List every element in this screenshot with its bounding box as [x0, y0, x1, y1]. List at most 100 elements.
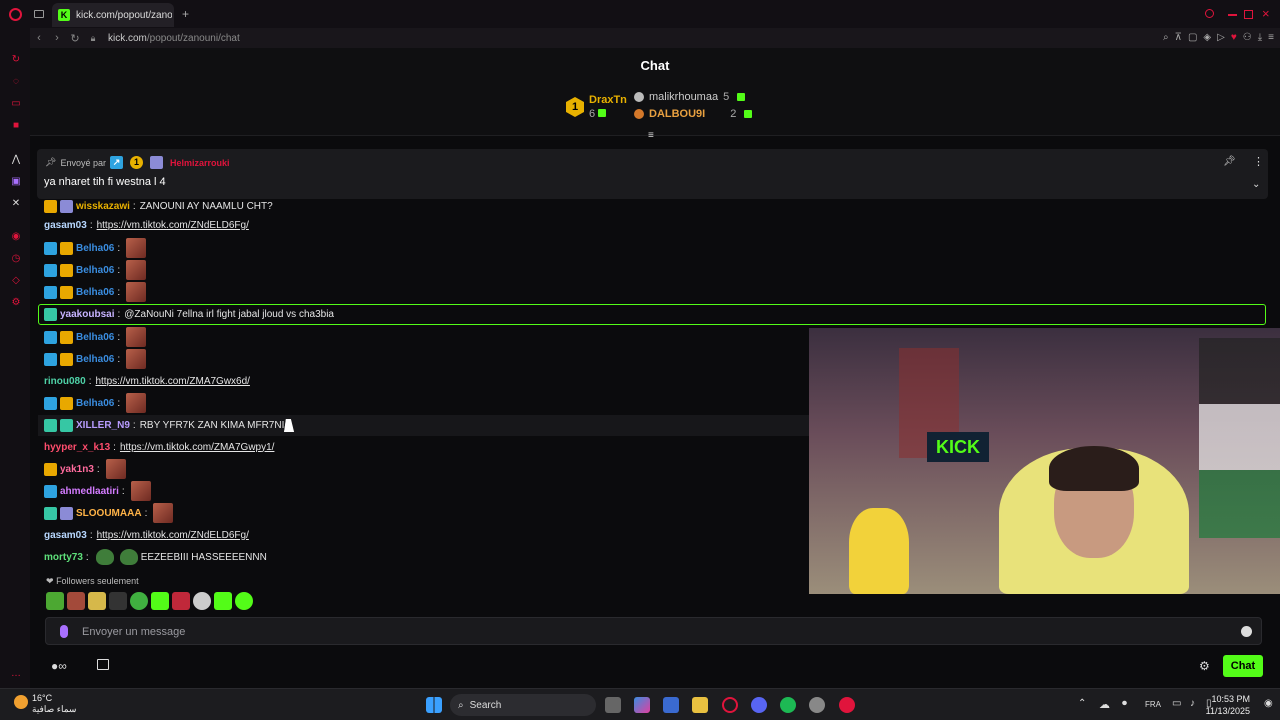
emote-hat-icon[interactable] — [109, 592, 127, 610]
new-tab-button[interactable]: + — [182, 7, 189, 21]
emote-face-icon[interactable] — [67, 592, 85, 610]
sidebar-history-icon[interactable]: ◷ — [10, 253, 22, 265]
chat-username[interactable]: yaakoubsai — [60, 309, 114, 320]
chat-message[interactable]: Belha06: — [44, 238, 147, 258]
chat-username[interactable]: XILLER_N9 — [76, 420, 130, 431]
reload-icon[interactable]: ↻ — [66, 32, 84, 45]
store-app-icon[interactable] — [663, 697, 679, 713]
close-icon[interactable]: × — [1262, 6, 1270, 21]
chat-username[interactable]: Belha06 — [76, 287, 114, 298]
chat-message[interactable]: yaakoubsai: @ZaNouNi 7ellna irl fight jab… — [44, 304, 334, 324]
chat-message[interactable]: gasam03: https://vm.tiktok.com/ZNdELD6Fg/ — [44, 525, 249, 545]
chat-message[interactable]: Belha06: — [44, 327, 147, 347]
chat-username[interactable]: Belha06 — [76, 332, 114, 343]
task-view-icon[interactable] — [605, 697, 621, 713]
chat-message-link[interactable]: https://vm.tiktok.com/ZNdELD6Fg/ — [97, 220, 249, 231]
sidebar-chat-icon[interactable]: ▭ — [10, 98, 22, 110]
emote-spin-icon[interactable] — [130, 592, 148, 610]
minimize-icon[interactable] — [1228, 14, 1237, 16]
chat-username[interactable]: Belha06 — [76, 354, 114, 365]
notifications-icon[interactable]: ◉ — [1264, 698, 1273, 709]
tray-chevron-icon[interactable]: ⌃ — [1078, 698, 1086, 709]
extensions-icon[interactable]: ⚇ — [1243, 32, 1252, 43]
easy-setup-icon[interactable]: ≡ — [1268, 32, 1274, 43]
sidebar-more-icon[interactable]: … — [10, 668, 22, 680]
play-icon[interactable]: ▷ — [1217, 32, 1225, 43]
chat-message[interactable]: SLOOUMAAA: — [44, 503, 174, 523]
language-indicator[interactable]: FRA — [1145, 700, 1161, 709]
emote-kick-icon[interactable] — [151, 592, 169, 610]
chat-username[interactable]: SLOOUMAAA — [76, 508, 142, 519]
viewers-icon[interactable]: ●∞ — [51, 659, 67, 673]
chat-message[interactable]: hyyper_x_k13: https://vm.tiktok.com/ZMA7G… — [44, 437, 274, 457]
sidebar-bookmark-icon[interactable]: ◇ — [10, 275, 22, 287]
top-gifter-1[interactable]: 1 DraxTn 6 — [566, 93, 627, 121]
send-chat-button[interactable]: Chat — [1223, 655, 1263, 677]
snapshot-icon[interactable]: ▢ — [1188, 32, 1197, 43]
top-gifter-2[interactable]: malikrhoumaa 5 — [634, 91, 746, 103]
emote-smile-icon[interactable] — [235, 592, 253, 610]
taskbar-clock[interactable]: 10:53 PM 11/13/2025 — [1206, 693, 1250, 717]
chat-message-link[interactable]: https://vm.tiktok.com/ZMA7Gwpy1/ — [120, 442, 274, 453]
emote-chat-icon[interactable] — [214, 592, 232, 610]
emote-hands-icon[interactable] — [88, 592, 106, 610]
chat-input[interactable]: Envoyer un message — [45, 617, 1262, 645]
expand-gifters-icon[interactable]: ≡ — [648, 130, 654, 141]
top-gifter-3[interactable]: DALBOU9I 2 — [634, 108, 753, 120]
discord-icon[interactable] — [751, 697, 767, 713]
sidebar-kick-icon[interactable]: ⋀ — [10, 154, 22, 166]
opera-menu-icon[interactable] — [9, 8, 22, 21]
chat-username[interactable]: rinou080 — [44, 376, 86, 387]
unpin-icon[interactable]: 📌︎ — [1223, 156, 1236, 167]
mic-icon[interactable] — [60, 625, 68, 638]
sidebar-player-icon[interactable]: ◉ — [10, 231, 22, 243]
spotify-icon[interactable] — [780, 697, 796, 713]
more-options-icon[interactable]: ⋮ — [1253, 155, 1264, 168]
browser-tab[interactable]: K kick.com/popout/zanouni — [52, 3, 174, 27]
store-icon[interactable] — [97, 659, 109, 670]
chat-username[interactable]: gasam03 — [44, 530, 87, 541]
chat-message[interactable]: Belha06: — [44, 349, 147, 369]
network-icon[interactable]: ▭ — [1172, 698, 1181, 709]
sidebar-app-icon[interactable]: ■ — [10, 120, 22, 132]
chat-message[interactable]: yak1n3: — [44, 459, 126, 479]
forward-icon[interactable]: › — [48, 32, 66, 44]
chat-username[interactable]: gasam03 — [44, 220, 87, 231]
onedrive-icon[interactable]: ☁ — [1099, 698, 1110, 711]
chat-settings-icon[interactable]: ⚙ — [1199, 659, 1210, 673]
sidebar-x-icon[interactable]: ✕ — [10, 198, 22, 210]
chat-username[interactable]: wisskazawi — [76, 201, 130, 212]
chat-message[interactable]: ahmedlaatiri: — [44, 481, 151, 501]
volume-icon[interactable]: ♪ — [1190, 698, 1195, 709]
back-icon[interactable]: ‹ — [30, 32, 48, 44]
chat-message-link[interactable]: https://vm.tiktok.com/ZNdELD6Fg/ — [97, 530, 249, 541]
pinned-by-user[interactable]: Helmizarrouki — [170, 158, 230, 168]
emoji-picker-icon[interactable] — [1241, 626, 1252, 637]
pin-icon[interactable]: ⊼ — [1175, 32, 1182, 43]
url-field[interactable]: kick.com/popout/zanouni/chat — [108, 33, 240, 44]
sidebar-messenger-icon[interactable]: ◌ — [10, 76, 22, 88]
emote-pepe-icon[interactable] — [46, 592, 64, 610]
mic-tray-icon[interactable]: ⏺ — [1122, 698, 1127, 709]
taskbar-search[interactable]: ⌕ Search — [450, 694, 596, 716]
chat-username[interactable]: ahmedlaatiri — [60, 486, 119, 497]
chat-message[interactable]: morty73: EEZEEBIII HASSEEEENNN — [44, 547, 267, 567]
start-icon[interactable] — [426, 697, 442, 713]
app-icon[interactable] — [809, 697, 825, 713]
emote-skull-icon[interactable] — [193, 592, 211, 610]
chat-username[interactable]: Belha06 — [76, 265, 114, 276]
chat-message[interactable]: Belha06: — [44, 260, 147, 280]
download-icon[interactable]: ⤓ — [1258, 32, 1262, 43]
zoom-icon[interactable]: ⌕ — [1163, 32, 1169, 43]
tab-list-icon[interactable] — [34, 10, 44, 18]
search-tabs-icon[interactable] — [1205, 9, 1214, 18]
chat-message[interactable]: Belha06: — [44, 282, 147, 302]
heart-icon[interactable]: ♥ — [1231, 32, 1237, 43]
chat-message[interactable]: wisskazawi: ZANOUNI AY NAAMLU CHT? — [44, 196, 273, 216]
sidebar-refresh-icon[interactable]: ↻ — [10, 54, 22, 66]
chat-username[interactable]: yak1n3 — [60, 464, 94, 475]
chat-username[interactable]: Belha06 — [76, 398, 114, 409]
weather-widget[interactable]: 16°C سماء صافية — [14, 693, 76, 715]
chat-username[interactable]: morty73 — [44, 552, 83, 563]
chat-username[interactable]: Belha06 — [76, 243, 114, 254]
